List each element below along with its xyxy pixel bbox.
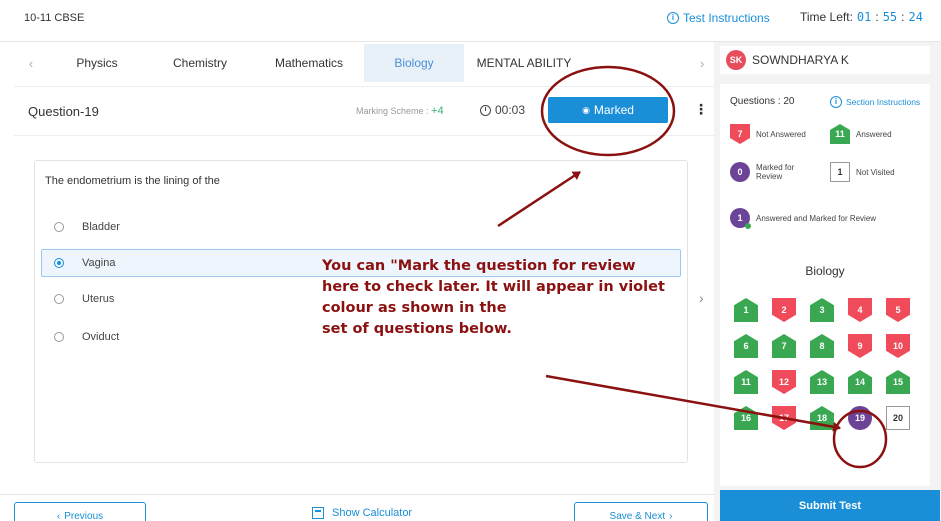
- marked-button-highlight-ellipse: [540, 65, 676, 157]
- annotation-line: You can "Mark the question for review: [322, 258, 636, 274]
- annotation-arrow-down: [545, 374, 841, 432]
- annotation-text: You can "Mark the question for review he…: [322, 256, 665, 340]
- annotation-line: here to check later. It will appear in v…: [322, 279, 665, 295]
- annotation-line: set of questions below.: [322, 321, 512, 337]
- annotation-line: colour as shown in the: [322, 300, 507, 316]
- question-19-highlight-circle: [832, 409, 888, 469]
- annotation-arrow-up: [497, 170, 581, 228]
